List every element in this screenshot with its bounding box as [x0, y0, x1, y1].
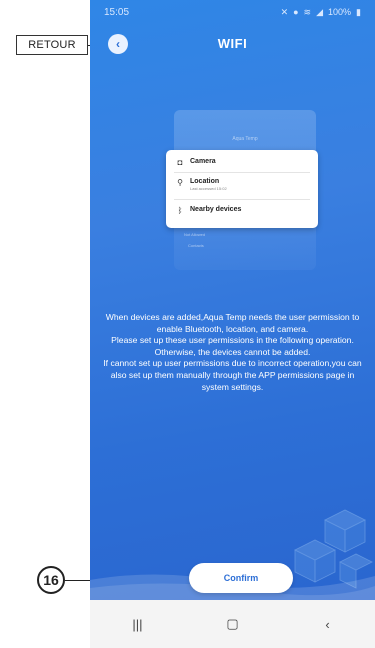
camera-icon: ◘ [177, 158, 183, 167]
permission-card: ◘ Camera ⚲ Location Last accessed 15:02 … [166, 150, 318, 228]
divider [174, 199, 310, 200]
info-line: Otherwise, the devices cannot be added. [154, 346, 311, 357]
phone-frame: 15:05 ✕ ● ≋ ◢ 100% ▮ ‹ WIFI Aqua Temp ◘ [90, 0, 375, 648]
permission-info-text: When devices are added,Aqua Temp needs t… [98, 312, 367, 393]
permission-label: Camera [190, 158, 216, 165]
battery-level: 100% [328, 7, 352, 17]
confirm-callout: 16 [37, 566, 65, 594]
status-bar: 15:05 ✕ ● ≋ ◢ 100% ▮ [90, 0, 375, 24]
permission-row-camera: ◘ Camera [176, 158, 216, 167]
location-icon: ● [293, 7, 299, 17]
recent-apps-icon[interactable]: ||| [118, 617, 158, 632]
status-icons: ✕ ● ≋ ◢ 100% ▮ [281, 7, 361, 18]
illustration-app-name: Aqua Temp [232, 136, 258, 142]
permission-label: Nearby devices [190, 206, 242, 213]
permission-sub: Last accessed 15:02 [190, 186, 227, 191]
divider [174, 172, 310, 173]
bluetooth-icon: ᛒ [177, 206, 183, 215]
home-icon[interactable]: ▢ [213, 616, 253, 632]
confirm-button[interactable]: Confirm [189, 563, 293, 593]
permission-row-nearby: ᛒ Nearby devices [176, 206, 242, 215]
mute-icon: ✕ [280, 6, 289, 17]
nav-back-icon[interactable]: ‹ [308, 617, 348, 632]
signal-icon: ◢ [316, 6, 324, 17]
header: ‹ WIFI [90, 32, 375, 58]
info-line: When devices are added,Aqua Temp needs t… [105, 312, 360, 334]
wifi-icon: ≋ [303, 6, 312, 17]
info-line: If cannot set up user permissions due to… [103, 358, 362, 392]
location-pin-icon: ⚲ [177, 178, 183, 187]
illustration-contacts: Contacts [188, 243, 204, 248]
battery-icon: ▮ [356, 6, 361, 17]
permission-label: Location [190, 178, 220, 185]
page-title: WIFI [217, 36, 248, 51]
illustration-not-allowed: Not Allowed [184, 232, 206, 237]
permission-row-location: ⚲ Location Last accessed 15:02 [176, 178, 227, 191]
retour-callout: RETOUR [16, 35, 88, 55]
system-nav-bar: ||| ▢ ‹ [90, 600, 375, 648]
status-time: 15:05 [104, 6, 130, 18]
app-screen: 15:05 ✕ ● ≋ ◢ 100% ▮ ‹ WIFI Aqua Temp ◘ [90, 0, 375, 600]
info-line: Please set up these user permissions in … [111, 335, 354, 346]
